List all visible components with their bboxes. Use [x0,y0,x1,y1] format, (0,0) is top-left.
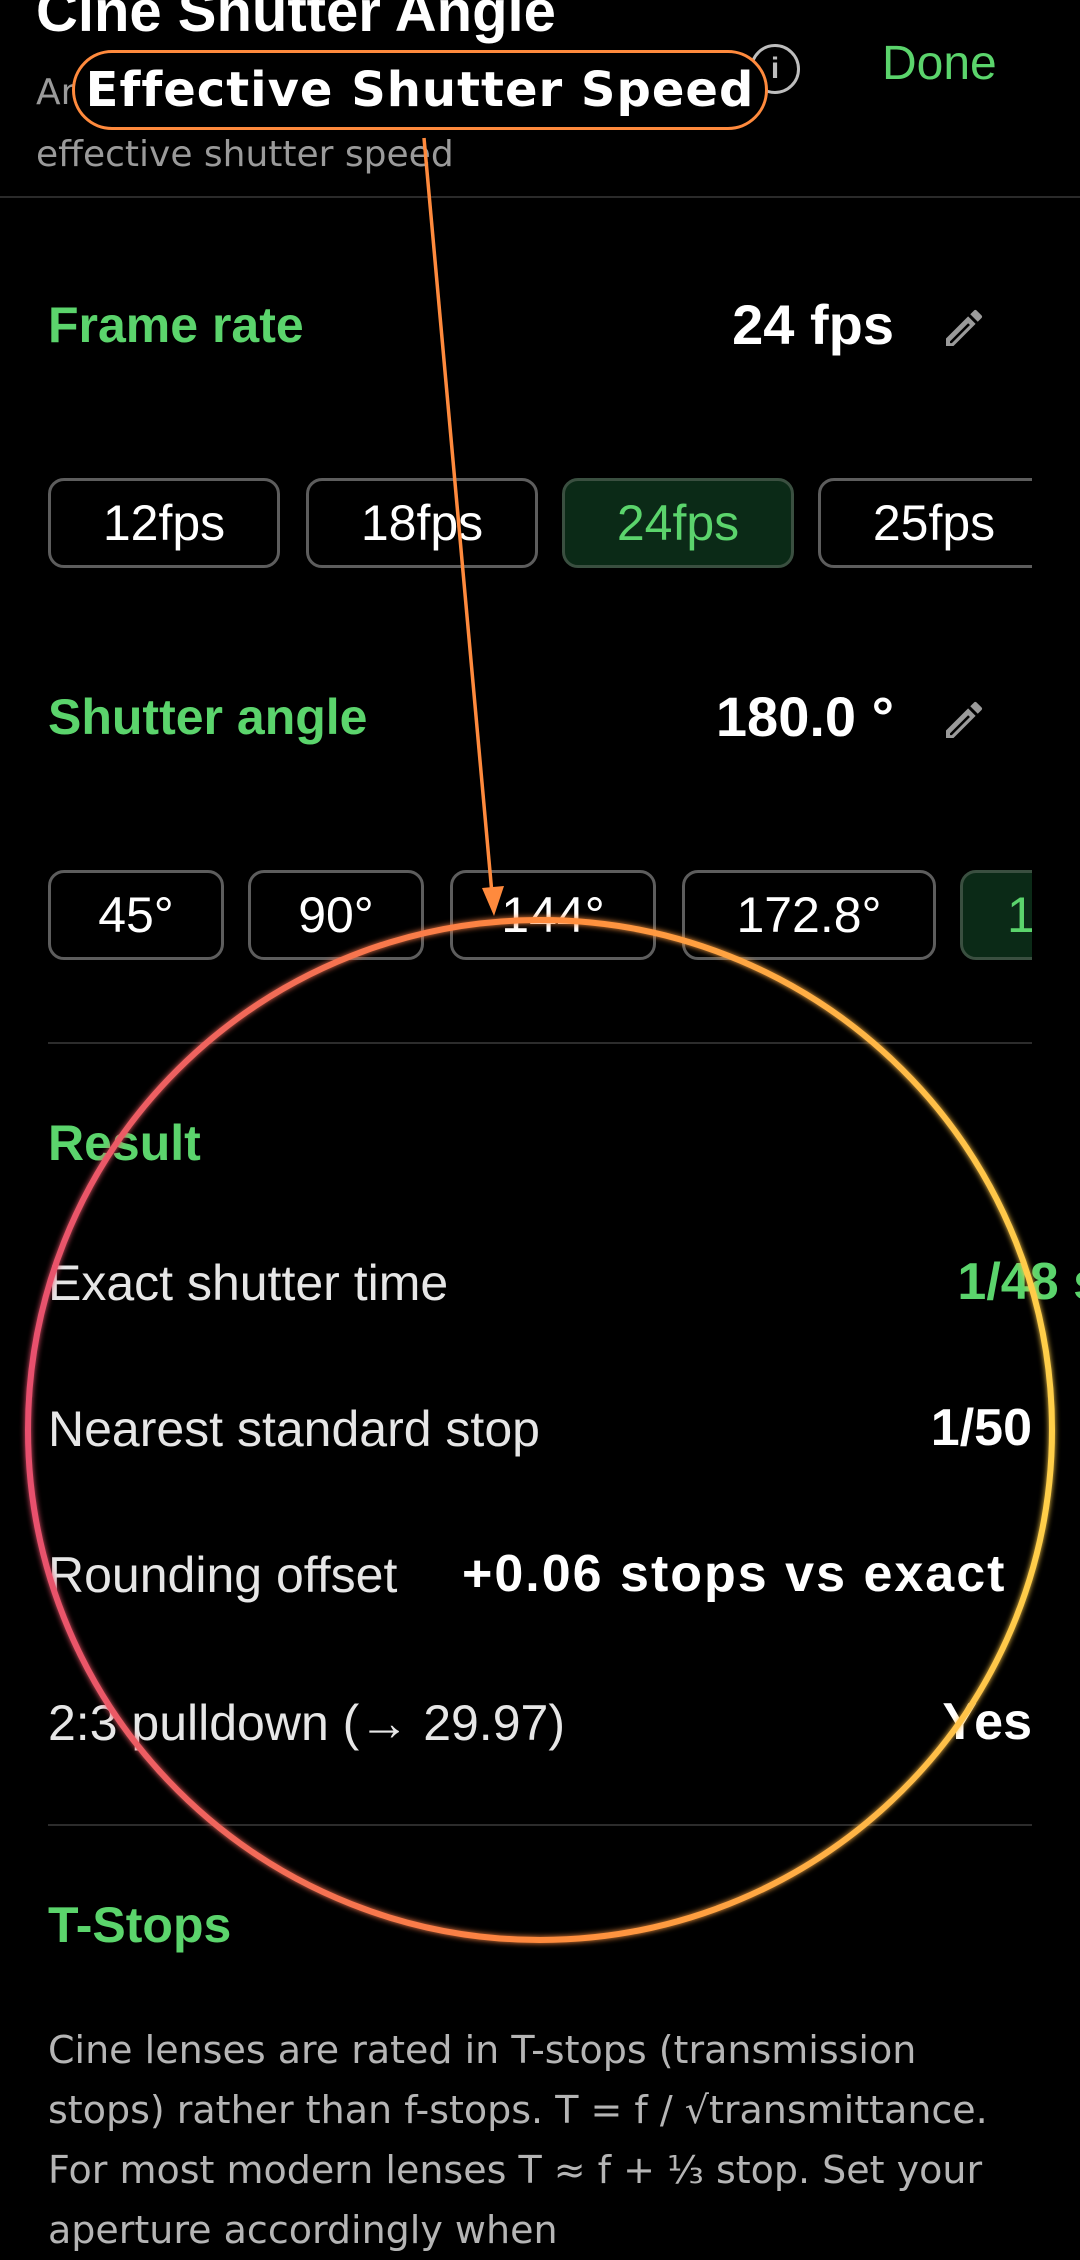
tstops-description: Cine lenses are rated in T-stops (transm… [48,2028,988,2252]
pulldown-label: 2:3 pulldown (→ 29.97) [48,1695,565,1751]
page-title: Cine Shutter Angle [36,0,556,44]
header-divider [0,196,1080,198]
chip-90[interactable]: 90° [248,870,424,960]
callout-label: Effective Shutter Speed [72,50,768,130]
shutter-angle-value[interactable]: 180.0 ° [716,684,894,749]
tstops-label: T-Stops [48,1897,232,1953]
shutter-angle-presets: 45° 90° 144° 172.8° 180° [48,870,1032,966]
chip-12fps[interactable]: 12fps [48,478,280,568]
chip-180[interactable]: 180° [960,870,1032,960]
frame-rate-label: Frame rate [48,297,304,353]
nearest-stop-label: Nearest standard stop [48,1401,540,1457]
chip-172-8[interactable]: 172.8° [682,870,936,960]
rounding-offset-label: Rounding offset [48,1547,398,1603]
section-divider [48,1042,1032,1044]
exact-shutter-time-label: Exact shutter time [48,1255,449,1311]
result-label: Result [48,1115,201,1171]
rounding-offset-value: +0.06 stops vs exact [462,1545,1007,1603]
frame-rate-presets: 12fps 18fps 24fps 25fps [48,478,1032,574]
chip-18fps[interactable]: 18fps [306,478,538,568]
section-divider [48,1824,1032,1826]
chip-25fps[interactable]: 25fps [818,478,1032,568]
shutter-angle-label: Shutter angle [48,689,368,745]
pencil-icon[interactable] [940,696,988,744]
exact-shutter-time-value: 1/48 s [957,1253,1080,1311]
nearest-stop-value: 1/50 [930,1399,1032,1457]
pulldown-value: Yes [942,1693,1032,1751]
chip-45[interactable]: 45° [48,870,224,960]
done-button[interactable]: Done [882,36,997,91]
frame-rate-value[interactable]: 24 fps [732,292,894,357]
chip-144[interactable]: 144° [450,870,656,960]
chip-24fps[interactable]: 24fps [562,478,794,568]
pencil-icon[interactable] [940,304,988,352]
